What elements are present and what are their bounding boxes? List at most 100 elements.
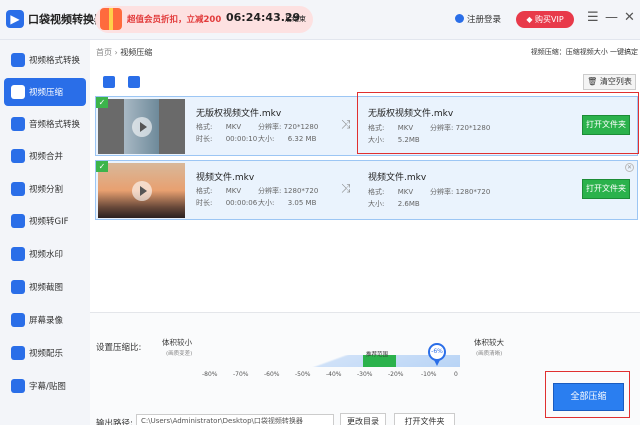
- sidebar-item-audio-convert[interactable]: 音频格式转换: [4, 110, 86, 138]
- tick-label: -30%: [357, 371, 373, 378]
- output-size: 大小: 2.6MB: [368, 200, 420, 208]
- screenshot-icon: [11, 280, 25, 294]
- video-thumbnail: [98, 163, 185, 218]
- tick-label: -50%: [295, 371, 311, 378]
- output-path-label: 输出路径:: [96, 419, 133, 425]
- subtitle-icon: [11, 379, 25, 393]
- app-logo-icon: ▶: [6, 10, 24, 28]
- highlight-box: [357, 92, 639, 154]
- source-duration: 时长: 00:00:06: [196, 199, 258, 207]
- source-size: 大小: 6.32 MB: [258, 135, 317, 143]
- checked-icon[interactable]: ✓: [96, 161, 108, 172]
- video-convert-icon: [11, 53, 25, 67]
- sidebar-item-video-split[interactable]: 视频分割: [4, 175, 86, 203]
- highlight-box: [545, 371, 630, 418]
- checked-icon[interactable]: ✓: [96, 97, 108, 108]
- open-output-folder-button[interactable]: 打开文件夹: [394, 413, 455, 425]
- promo-suffix: 后结束: [285, 15, 306, 23]
- sidebar-item-music[interactable]: 视频配乐: [4, 339, 86, 367]
- compression-slider-handle[interactable]: -6%: [428, 343, 446, 361]
- tick-label: -40%: [326, 371, 342, 378]
- app-window: ▶ 口袋视频转换器 超值会员折扣，立减200 06:24:43.29 后结束 注…: [0, 0, 640, 425]
- promo-text: 超值会员折扣，立减200: [127, 15, 222, 25]
- tick-label: -70%: [233, 371, 249, 378]
- tick-label: 0: [454, 371, 458, 378]
- screen-record-icon: [11, 313, 25, 327]
- video-split-icon: [11, 182, 25, 196]
- source-resolution: 分辨率: 720*1280: [258, 123, 319, 131]
- sidebar-item-watermark[interactable]: 视频水印: [4, 240, 86, 268]
- menu-icon[interactable]: ☰: [587, 9, 599, 27]
- audio-convert-icon: [11, 117, 25, 131]
- watermark-icon: [11, 247, 25, 261]
- breadcrumb-separator: ›: [114, 48, 118, 57]
- music-icon: [11, 346, 25, 360]
- app-title: 口袋视频转换器: [28, 13, 105, 26]
- compression-slider-track[interactable]: [207, 355, 460, 367]
- sidebar-item-video-compress[interactable]: 视频压缩: [4, 78, 86, 106]
- minimize-icon[interactable]: —: [605, 9, 618, 27]
- source-size: 大小: 3.05 MB: [258, 199, 317, 207]
- slider-pointer: [434, 360, 440, 366]
- clear-list-button[interactable]: 🗑 清空列表: [583, 74, 636, 90]
- convert-arrow-icon: ⤨: [341, 117, 351, 131]
- tick-label: -20%: [388, 371, 404, 378]
- smaller-size-sub: (画质变差): [166, 351, 193, 357]
- file-row[interactable]: ✓ 视频文件.mkv 格式: MKV 分辨率: 1280*720 时长: 00:…: [95, 160, 638, 220]
- output-resolution: 分辨率: 1280*720: [430, 188, 491, 196]
- tick-label: -10%: [421, 371, 437, 378]
- open-folder-button[interactable]: 打开文件夹: [582, 179, 630, 199]
- login-label: 注册登录: [467, 15, 502, 25]
- breadcrumb-current: 视频压缩: [120, 48, 153, 57]
- close-icon[interactable]: ✕: [624, 9, 635, 27]
- settings-panel: 设置压缩比: 体积较小 (画质变差) 体积较大 (画质清晰) 推荐范围 -6% …: [90, 313, 640, 425]
- slider-fill: [207, 355, 460, 367]
- user-icon: [455, 14, 464, 23]
- sidebar-item-subtitle[interactable]: 字幕/贴图: [4, 372, 86, 400]
- main-panel: 首页 › 视频压缩 视频压缩：压缩视频大小 一键搞定 🗑 清空列表 ✓ 无版权视…: [90, 40, 640, 425]
- source-resolution: 分辨率: 1280*720: [258, 187, 319, 195]
- sidebar: 视频格式转换 视频压缩 音频格式转换 视频合并 视频分割 视频转GIF 视频水印…: [0, 40, 90, 425]
- remove-file-icon[interactable]: ✕: [625, 163, 634, 172]
- diamond-icon: ◆: [526, 15, 536, 24]
- source-format: 格式: MKV: [196, 123, 242, 131]
- title-bar: ▶ 口袋视频转换器 超值会员折扣，立减200 06:24:43.29 后结束 注…: [0, 0, 640, 40]
- source-file-name: 无版权视频文件.mkv: [196, 109, 282, 119]
- play-icon[interactable]: [132, 181, 152, 201]
- output-path-field[interactable]: C:\Users\Administrator\Desktop\口袋视频转换器: [136, 414, 334, 425]
- source-duration: 时长: 00:00:10: [196, 135, 258, 143]
- breadcrumb: 首页 › 视频压缩: [96, 47, 152, 58]
- recommended-range-label: 推荐范围: [366, 352, 389, 358]
- tick-label: -60%: [264, 371, 280, 378]
- login-button[interactable]: 注册登录: [455, 13, 501, 25]
- video-merge-icon: [11, 149, 25, 163]
- video-compress-icon: [11, 85, 25, 99]
- output-format: 格式: MKV: [368, 188, 414, 196]
- larger-size-sub: (画质清晰): [476, 351, 503, 357]
- sidebar-item-screen-record[interactable]: 屏幕录像: [4, 306, 86, 334]
- smaller-size-label: 体积较小: [162, 338, 192, 347]
- convert-arrow-icon: ⤨: [341, 181, 351, 195]
- source-file-name: 视频文件.mkv: [196, 173, 255, 183]
- change-directory-button[interactable]: 更改目录: [340, 413, 386, 425]
- buy-vip-button[interactable]: ◆ 购买VIP: [516, 11, 574, 28]
- sidebar-item-video-convert[interactable]: 视频格式转换: [4, 46, 86, 74]
- source-format: 格式: MKV: [196, 187, 242, 195]
- add-folder-icon[interactable]: [128, 76, 140, 88]
- video-thumbnail: [98, 99, 185, 154]
- vip-label: 购买VIP: [535, 15, 564, 24]
- sidebar-item-video-merge[interactable]: 视频合并: [4, 142, 86, 170]
- trash-icon: 🗑: [587, 77, 600, 86]
- output-file-name: 视频文件.mkv: [368, 173, 427, 183]
- sidebar-item-video-gif[interactable]: 视频转GIF: [4, 207, 86, 235]
- promo-banner[interactable]: 超值会员折扣，立减200 06:24:43.29 后结束: [95, 6, 313, 33]
- larger-size-label: 体积较大: [474, 338, 504, 347]
- add-file-icon[interactable]: [103, 76, 115, 88]
- sidebar-item-screenshot[interactable]: 视频截图: [4, 273, 86, 301]
- breadcrumb-home[interactable]: 首页: [96, 48, 112, 57]
- play-icon[interactable]: [132, 117, 152, 137]
- page-hint: 视频压缩：压缩视频大小 一键搞定: [530, 48, 638, 56]
- gif-icon: [11, 214, 25, 228]
- compression-label: 设置压缩比:: [96, 343, 142, 353]
- gift-icon: [100, 8, 122, 30]
